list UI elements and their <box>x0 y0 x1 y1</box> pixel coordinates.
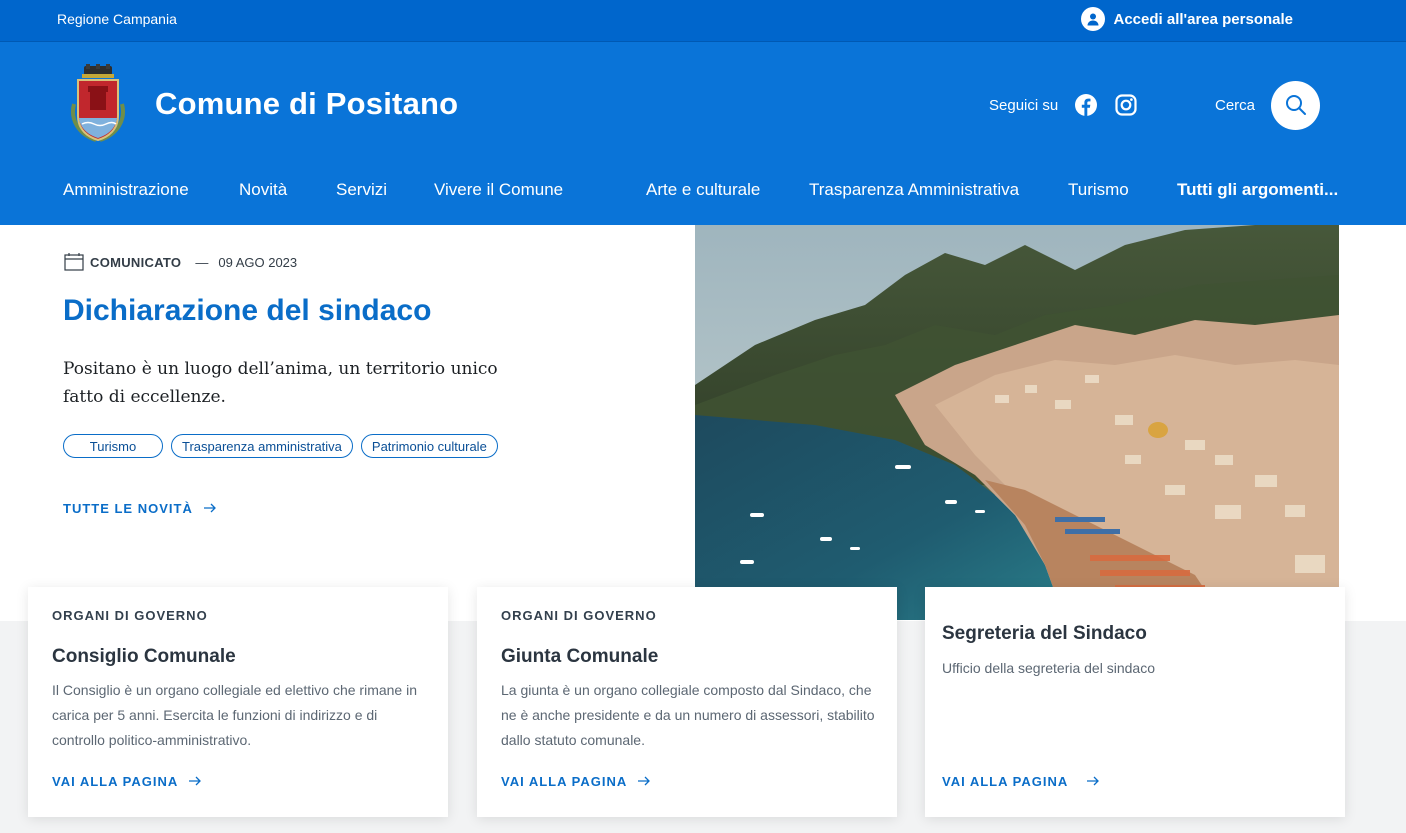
municipality-crest-logo[interactable] <box>68 64 128 144</box>
card-kicker: ORGANI DI GOVERNO <box>501 608 657 623</box>
card-link-label: VAI ALLA PAGINA <box>501 773 628 789</box>
news-lead: Positano è un luogo dell’anima, un terri… <box>63 359 498 407</box>
card-text: Ufficio della segreteria del sindaco <box>942 660 1155 676</box>
news-date: 09 AGO 2023 <box>218 254 298 270</box>
main-navigation: Amministrazione Novità Servizi Vivere il… <box>0 180 1406 206</box>
arrow-right-icon <box>189 776 202 786</box>
card-text: La giunta è un organo collegiale compost… <box>501 682 875 748</box>
arrow-right-icon <box>203 503 216 513</box>
card-link[interactable]: VAI ALLA PAGINA <box>942 772 1100 790</box>
news-meta: COMUNICATO — 09 AGO 2023 <box>64 252 297 272</box>
nav-item-all-topics[interactable]: Tutti gli argomenti... <box>1177 180 1338 200</box>
nav-item-arte-e-culturale[interactable]: Arte e culturale <box>646 180 760 200</box>
card-title[interactable]: Segreteria del Sindaco <box>942 623 1147 645</box>
search-area: Cerca <box>1215 80 1321 130</box>
nav-item-vivere-il-comune[interactable]: Vivere il Comune <box>434 180 563 200</box>
card-text: Il Consiglio è un organo collegiale ed e… <box>52 682 417 748</box>
slim-header: Regione Campania Accedi all'area persona… <box>0 0 1406 42</box>
search-icon <box>1285 95 1306 115</box>
nav-item-amministrazione[interactable]: Amministrazione <box>63 180 189 200</box>
search-button[interactable] <box>1271 80 1321 130</box>
calendar-icon <box>64 253 84 271</box>
card-consiglio-comunale: ORGANI DI GOVERNO Consiglio Comunale Il … <box>28 587 448 817</box>
all-news-link[interactable]: TUTTE LE NOVITÀ <box>63 499 217 517</box>
site-title[interactable]: Comune di Positano <box>155 86 458 122</box>
social-links: Seguici su <box>989 93 1138 117</box>
tag-turismo[interactable]: Turismo <box>63 434 163 458</box>
search-label: Cerca <box>1215 96 1256 114</box>
nav-item-turismo[interactable]: Turismo <box>1068 180 1129 200</box>
tag-trasparenza-amministrativa[interactable]: Trasparenza amministrativa <box>171 434 353 458</box>
meta-separator: — <box>195 254 209 270</box>
arrow-right-icon <box>1087 776 1100 786</box>
tag-patrimonio-culturale[interactable]: Patrimonio culturale <box>360 434 498 458</box>
tag-list: Turismo Trasparenza amministrativa Patri… <box>63 434 498 458</box>
instagram-icon[interactable] <box>1114 93 1138 117</box>
card-link-label: VAI ALLA PAGINA <box>942 773 1069 789</box>
nav-item-servizi[interactable]: Servizi <box>336 180 387 200</box>
facebook-icon[interactable] <box>1074 93 1098 117</box>
news-title[interactable]: Dichiarazione del sindaco <box>63 294 431 328</box>
card-title[interactable]: Giunta Comunale <box>501 646 658 668</box>
nav-item-novita[interactable]: Novità <box>239 180 287 200</box>
positano-coastline-photo <box>695 225 1339 620</box>
card-link[interactable]: VAI ALLA PAGINA <box>52 772 202 790</box>
card-link[interactable]: VAI ALLA PAGINA <box>501 772 651 790</box>
nav-item-trasparenza-amministrativa[interactable]: Trasparenza Amministrativa <box>809 180 1019 200</box>
card-kicker: ORGANI DI GOVERNO <box>52 608 208 623</box>
card-link-label: VAI ALLA PAGINA <box>52 773 179 789</box>
center-header: Comune di Positano Seguici su Cerca Ammi… <box>0 42 1406 225</box>
news-category: COMUNICATO <box>90 254 182 270</box>
region-link[interactable]: Regione Campania <box>57 11 177 27</box>
all-news-label: TUTTE LE NOVITÀ <box>63 500 193 516</box>
social-label: Seguici su <box>989 96 1059 114</box>
card-giunta-comunale: ORGANI DI GOVERNO Giunta Comunale La giu… <box>477 587 897 817</box>
user-icon <box>1080 7 1105 31</box>
card-segreteria-del-sindaco: Segreteria del Sindaco Ufficio della seg… <box>925 587 1345 817</box>
login-label: Accedi all'area personale <box>1113 10 1294 28</box>
card-title[interactable]: Consiglio Comunale <box>52 646 236 668</box>
login-button[interactable]: Accedi all'area personale <box>1080 7 1294 31</box>
arrow-right-icon <box>638 776 651 786</box>
